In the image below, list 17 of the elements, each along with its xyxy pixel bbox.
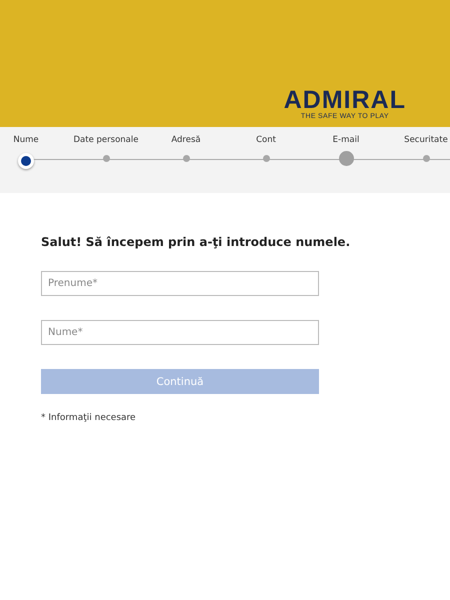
step-label: Nume bbox=[13, 134, 39, 147]
step-dot[interactable] bbox=[262, 155, 270, 162]
step-label: Securitate bbox=[404, 134, 448, 147]
step-label: E-mail bbox=[332, 134, 360, 147]
step-dot[interactable] bbox=[422, 155, 430, 162]
logo: ADMIRAL bbox=[284, 87, 406, 113]
step-label: Date personale bbox=[74, 134, 138, 147]
step-dot[interactable] bbox=[182, 155, 190, 162]
form-heading: Salut! Să începem prin a-ţi introduce numele. bbox=[41, 235, 352, 249]
step-dot[interactable] bbox=[102, 155, 110, 162]
step-dot[interactable] bbox=[338, 151, 354, 166]
step-label: Adresă bbox=[171, 134, 201, 147]
step-dot[interactable] bbox=[18, 153, 34, 169]
input-field[interactable]: Nume* bbox=[41, 320, 319, 345]
input-field[interactable]: Prenume* bbox=[41, 271, 319, 296]
step-label: Cont bbox=[256, 134, 276, 147]
required-note: * Informaţii necesare bbox=[41, 413, 137, 423]
